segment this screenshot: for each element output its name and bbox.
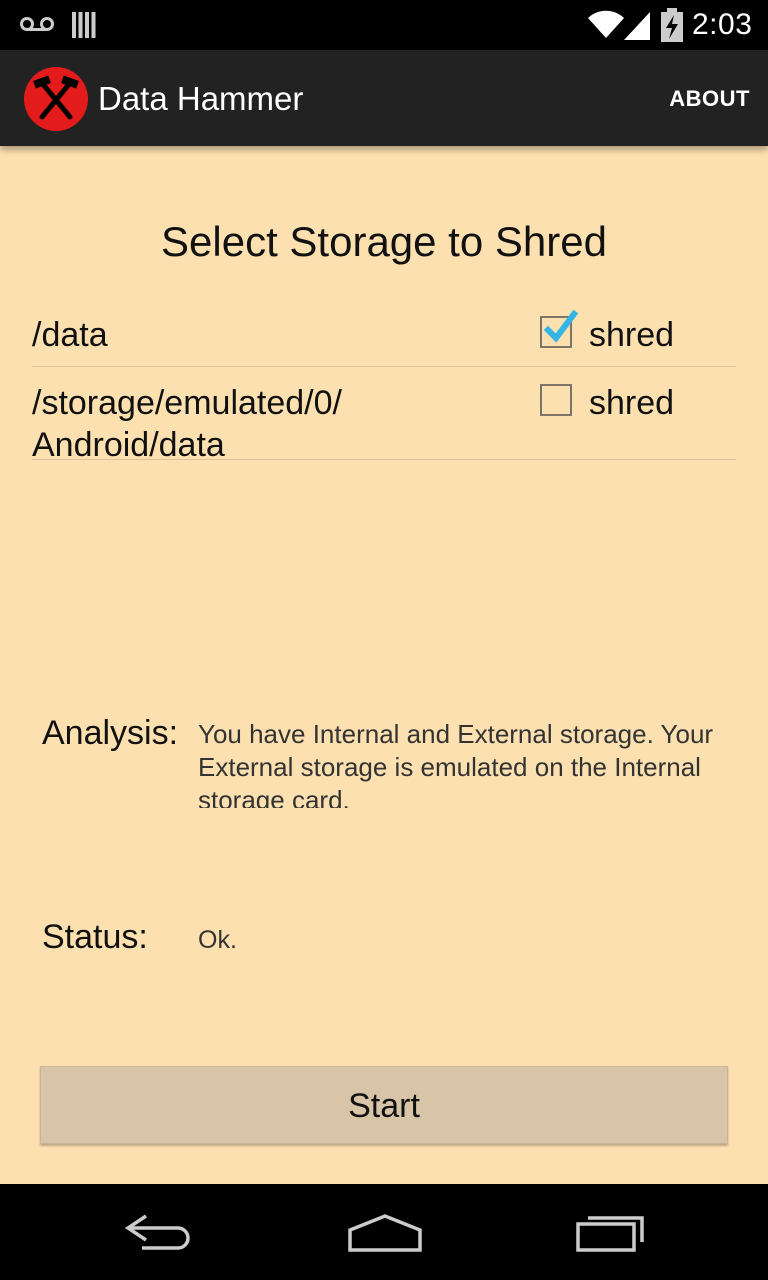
status-value: Ok.	[198, 926, 237, 954]
storage-row: /data shred	[32, 309, 736, 367]
shred-checkbox-checked[interactable]	[540, 309, 579, 348]
shred-label[interactable]: shred	[589, 382, 674, 424]
analysis-text: You have Internal and External storage. …	[198, 719, 714, 808]
back-icon[interactable]	[116, 1206, 206, 1256]
storage-path: /data	[32, 316, 108, 354]
status-bar: 2:03	[0, 0, 768, 50]
voicemail-icon	[20, 17, 54, 31]
home-icon[interactable]	[340, 1206, 430, 1256]
clock: 2:03	[692, 8, 753, 41]
checkmark-icon	[543, 309, 579, 343]
start-button[interactable]: Start	[40, 1066, 728, 1144]
recents-icon[interactable]	[566, 1206, 656, 1256]
signal-icon	[624, 12, 650, 40]
shred-checkbox-unchecked[interactable]	[540, 384, 572, 416]
action-bar: Data Hammer ABOUT	[0, 50, 768, 146]
page-title: Select Storage to Shred	[161, 218, 607, 265]
app-title: Data Hammer	[98, 80, 304, 117]
navigation-bar	[0, 1184, 768, 1280]
wifi-icon	[588, 10, 624, 39]
sim-icon	[72, 12, 96, 38]
storage-row: /storage/emulated/0/ Android/data shred	[32, 378, 736, 464]
battery-charging-icon	[661, 8, 683, 42]
shred-label[interactable]: shred	[589, 314, 674, 356]
storage-path-line: /storage/emulated/0/ Android/data	[32, 384, 342, 464]
about-button[interactable]: ABOUT	[669, 86, 750, 112]
hammers-logo-icon	[24, 67, 88, 131]
status-label: Status:	[42, 918, 148, 956]
analysis-label: Analysis:	[42, 714, 179, 752]
storage-path: /storage/emulated/0/ Android/data	[32, 382, 432, 466]
